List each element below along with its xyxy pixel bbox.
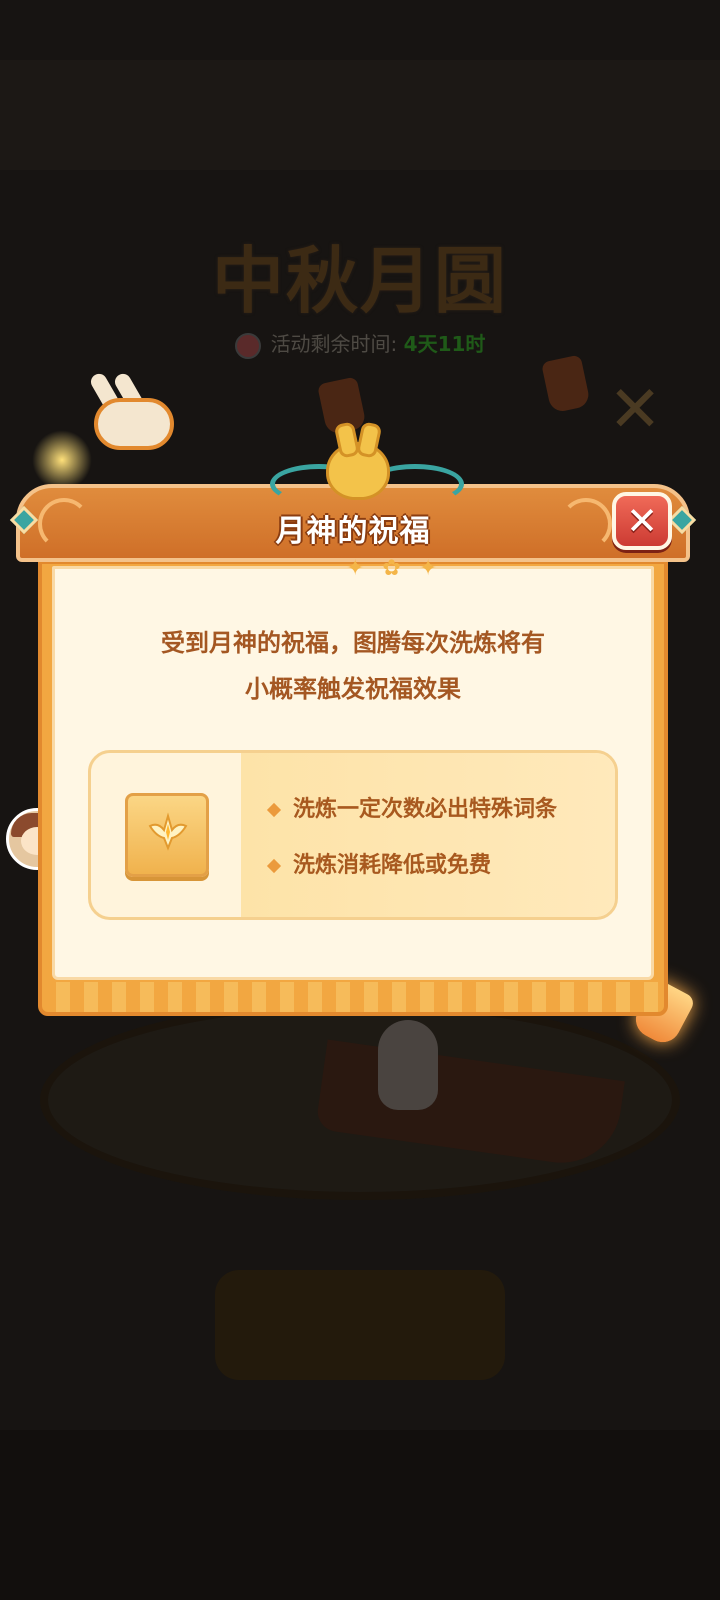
blessing-dialog: 月神的祝福 ✕ ✦✿✦ 受到月神的祝福，图腾每次洗炼将有 小概率触发祝福效果 洗… bbox=[9, 442, 697, 1020]
effect-item: 洗炼一定次数必出特殊词条 bbox=[266, 793, 605, 849]
bunny-emblem-icon bbox=[326, 442, 390, 500]
event-title: 中秋月圆 bbox=[211, 239, 508, 323]
top-status-bar bbox=[0, 60, 720, 170]
blessing-description: 受到月神的祝福，图腾每次洗炼将有 小概率触发祝福效果 bbox=[46, 620, 660, 712]
effect-card: 洗炼一定次数必出特殊词条 洗炼消耗降低或免费 bbox=[88, 750, 618, 920]
rabbit-figure-icon bbox=[378, 1020, 438, 1110]
close-icon: ✕ bbox=[626, 499, 658, 543]
effect-item: 洗炼消耗降低或免费 bbox=[266, 849, 605, 905]
description-line: 小概率触发祝福效果 bbox=[245, 675, 461, 703]
sparkle-divider-icon: ✦✿✦ bbox=[346, 556, 456, 581]
main-action-button bbox=[215, 1270, 505, 1380]
dialog-title: 月神的祝福 bbox=[275, 514, 431, 549]
winged-star-icon[interactable] bbox=[125, 793, 209, 877]
effect-text: 洗炼消耗降低或免费 bbox=[293, 853, 492, 878]
dialog-bottom-trim bbox=[42, 982, 664, 1012]
butterfly-icon: ✕ bbox=[608, 373, 662, 447]
effect-text: 洗炼一定次数必出特殊词条 bbox=[293, 797, 558, 822]
timer-label: 活动剩余时间: bbox=[270, 332, 398, 356]
bullet-diamond-icon bbox=[266, 802, 282, 818]
event-timer: 活动剩余时间: 4天11时 bbox=[0, 328, 720, 359]
clock-icon bbox=[234, 332, 261, 359]
bottom-navigation bbox=[0, 1430, 720, 1600]
bullet-diamond-icon bbox=[266, 858, 282, 874]
close-button[interactable]: ✕ bbox=[612, 492, 672, 550]
effect-list: 洗炼一定次数必出特殊词条 洗炼消耗降低或免费 bbox=[266, 793, 605, 905]
sky-lantern-icon bbox=[541, 354, 591, 414]
timer-value: 4天11时 bbox=[403, 332, 486, 356]
rabbit-mascot-icon bbox=[88, 370, 176, 452]
star-gem-icon bbox=[148, 812, 188, 851]
description-line: 受到月神的祝福，图腾每次洗炼将有 bbox=[161, 629, 545, 657]
